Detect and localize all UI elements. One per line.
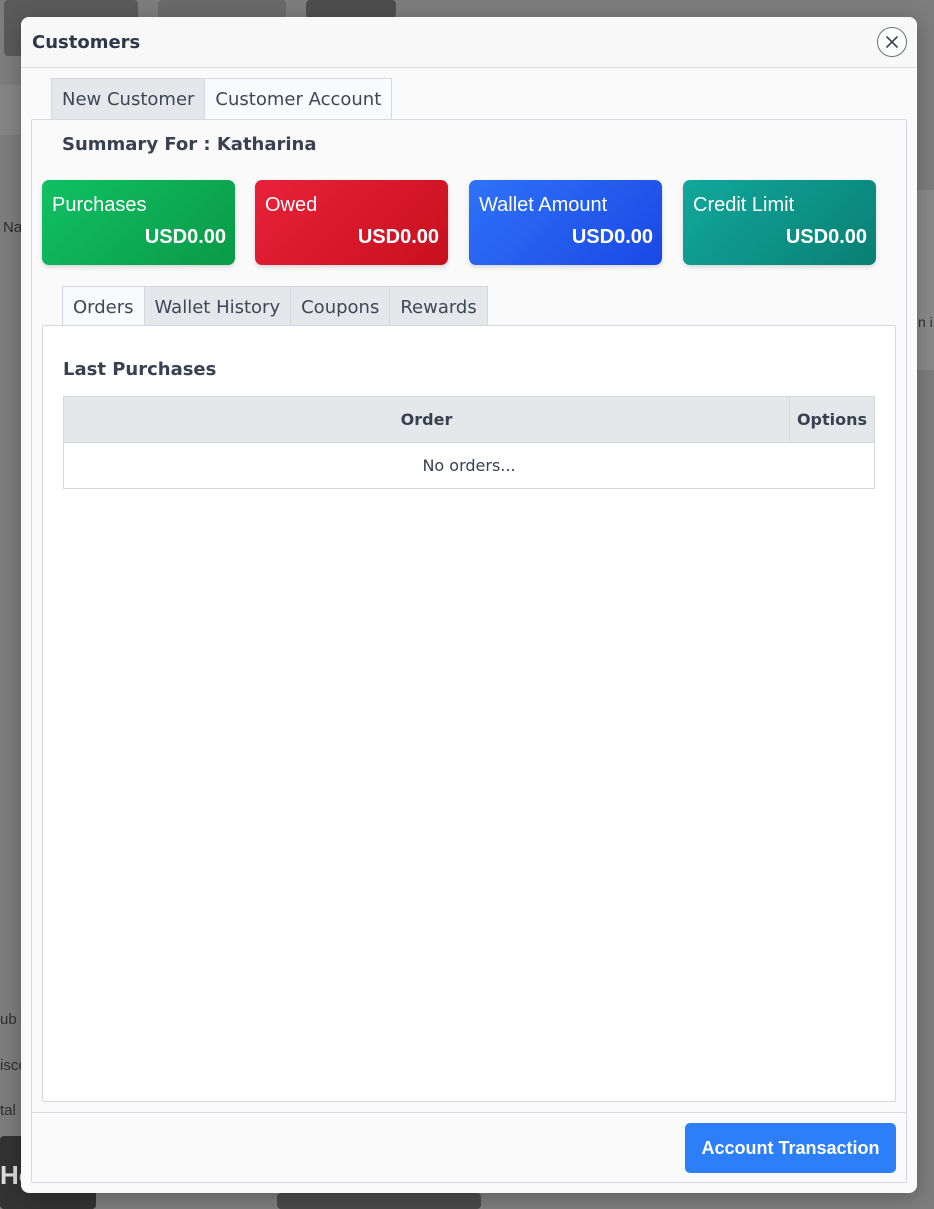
- tab-coupons[interactable]: Coupons: [291, 286, 391, 327]
- owed-value: USD0.00: [357, 226, 439, 248]
- background-text: tal: [0, 1102, 16, 1119]
- background-button: [277, 1193, 481, 1209]
- purchases-value: USD0.00: [144, 226, 226, 248]
- customer-account-panel: Summary For : Katharina Purchases USD0.0…: [31, 119, 907, 1183]
- owed-card: Owed USD0.00: [255, 180, 448, 265]
- summary-title: Summary For : Katharina: [62, 134, 317, 155]
- background-text: Na: [3, 219, 23, 236]
- purchases-label: Purchases: [52, 194, 147, 216]
- empty-orders-message: No orders...: [63, 442, 875, 489]
- panel-footer: Account Transaction: [32, 1112, 906, 1182]
- tab-new-customer[interactable]: New Customer: [51, 78, 206, 120]
- account-tabs: Orders Wallet History Coupons Rewards: [62, 286, 488, 327]
- orders-table: Order Options No orders...: [62, 396, 875, 489]
- tab-orders[interactable]: Orders: [62, 286, 145, 327]
- customers-modal: Customers New Customer Customer Account …: [21, 17, 917, 1193]
- owed-label: Owed: [265, 194, 318, 216]
- wallet-amount-value: USD0.00: [571, 226, 653, 248]
- column-header-options: Options: [789, 396, 875, 443]
- modal-header: Customers: [21, 17, 917, 68]
- last-purchases-title: Last Purchases: [63, 359, 217, 380]
- column-header-order: Order: [62, 396, 791, 443]
- close-button[interactable]: [877, 27, 907, 57]
- background-panel: [917, 190, 934, 370]
- customer-tabs: New Customer Customer Account: [51, 78, 393, 120]
- purchases-card: Purchases USD0.00: [42, 180, 235, 265]
- background-text: n i: [918, 314, 933, 330]
- wallet-amount-label: Wallet Amount: [479, 194, 608, 216]
- credit-limit-label: Credit Limit: [693, 194, 795, 216]
- tab-customer-account[interactable]: Customer Account: [205, 78, 393, 120]
- background-button: [158, 0, 286, 18]
- table-row: No orders...: [63, 442, 875, 489]
- wallet-amount-card: Wallet Amount USD0.00: [469, 180, 662, 265]
- credit-limit-card: Credit Limit USD0.00: [683, 180, 876, 265]
- tab-rewards[interactable]: Rewards: [390, 286, 488, 327]
- background-panel: [0, 85, 21, 135]
- credit-limit-value: USD0.00: [785, 226, 867, 248]
- background-button: [306, 0, 396, 18]
- table-header-row: Order Options: [62, 396, 875, 443]
- orders-panel: Last Purchases Order Options No orders..…: [42, 325, 896, 1102]
- tab-wallet-history[interactable]: Wallet History: [144, 286, 292, 327]
- close-icon: [886, 36, 898, 48]
- modal-title: Customers: [32, 31, 141, 53]
- account-transaction-button[interactable]: Account Transaction: [685, 1123, 896, 1173]
